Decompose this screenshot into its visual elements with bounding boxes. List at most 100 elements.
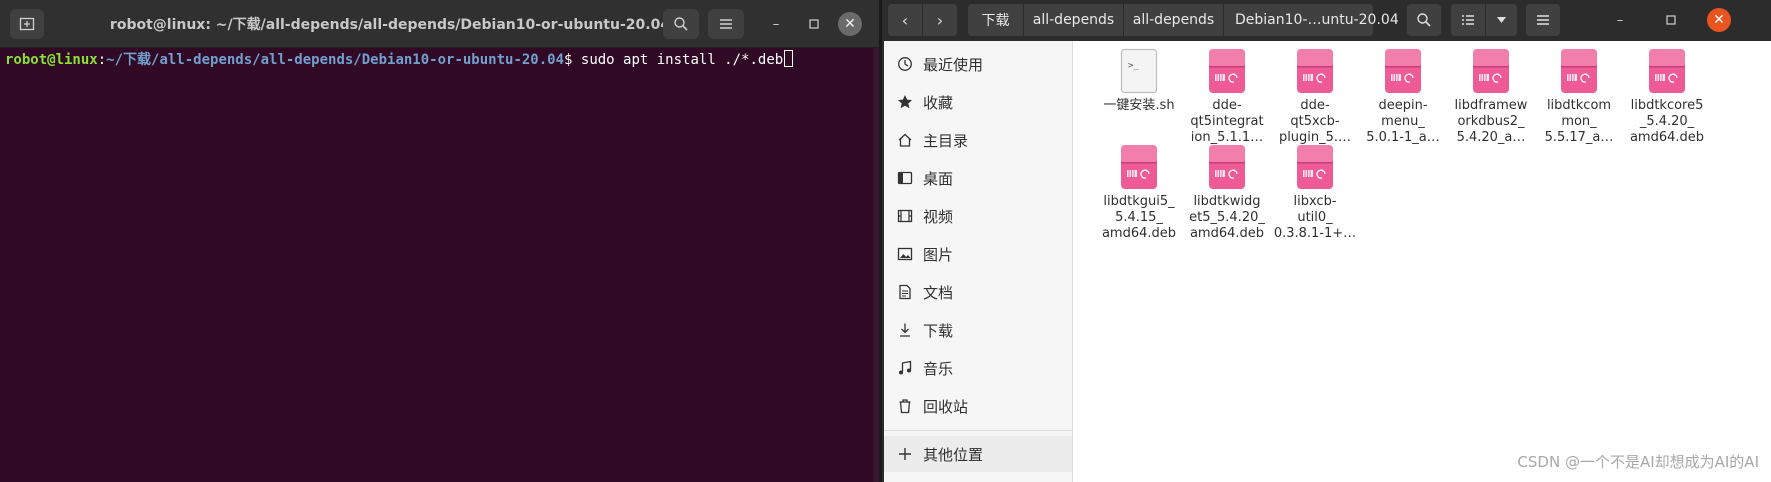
prompt-dollar: $ [564, 52, 581, 68]
sidebar-item-downloads[interactable]: 下载 [884, 312, 1072, 348]
file-name: libdframew orkdbus2_ 5.4.20_a… [1454, 98, 1528, 145]
star-icon [896, 93, 914, 111]
script-file-icon: >_ [1120, 48, 1158, 94]
menu-icon [1537, 15, 1549, 25]
breadcrumb-item[interactable]: 下载 [967, 4, 1023, 36]
files-window[interactable]: ‹ › 下载 all-depends all-depends Debian10-… [884, 0, 1771, 482]
maximize-icon [809, 19, 819, 29]
menu-icon [720, 19, 732, 29]
file-item[interactable]: libdframew orkdbus2_ 5.4.20_a… [1446, 48, 1536, 146]
sidebar-item-label: 其他位置 [923, 445, 984, 464]
home-icon [896, 131, 914, 149]
new-tab-icon [19, 17, 35, 31]
sidebar-item-label: 回收站 [923, 397, 969, 416]
deb-package-icon [1648, 48, 1686, 94]
minimize-icon: – [772, 16, 780, 32]
sidebar-item-pictures[interactable]: 图片 [884, 236, 1072, 272]
file-name: libdtkgui5_ 5.4.15_ amd64.deb [1101, 194, 1177, 241]
deb-package-icon [1208, 144, 1246, 190]
prompt-separator: : [97, 52, 107, 68]
text-cursor [784, 50, 794, 67]
view-toggle-button[interactable] [1451, 4, 1485, 36]
sidebar-item-label: 下载 [923, 321, 954, 340]
sidebar-item-recent[interactable]: 最近使用 [884, 46, 1072, 82]
file-item[interactable]: dde-qt5integrat ion_5.1.1… [1182, 48, 1272, 146]
breadcrumb-item[interactable]: all-depends [1123, 4, 1223, 36]
sidebar-separator [884, 430, 1072, 431]
video-icon [896, 207, 914, 225]
terminal-title: robot@linux: ~/下载/all-depends/all-depend… [109, 17, 671, 33]
back-button[interactable]: ‹ [888, 4, 922, 36]
terminal-output[interactable]: robot@linux:~/下载/all-depends/all-depends… [0, 48, 879, 482]
file-name: libxcb-util0_ 0.3.8.1-1+… [1273, 194, 1357, 241]
file-item[interactable]: libdtkgui5_ 5.4.15_ amd64.deb [1094, 144, 1184, 242]
terminal-scrollbar[interactable] [873, 48, 879, 482]
new-tab-button[interactable] [10, 9, 44, 39]
view-options-button[interactable] [1485, 4, 1517, 36]
chevron-left-icon: ‹ [901, 10, 909, 30]
files-minimize-button[interactable]: – [1610, 10, 1630, 30]
files-menu-button[interactable] [1526, 4, 1560, 36]
download-icon [896, 321, 914, 339]
sidebar-item-label: 收藏 [923, 93, 954, 112]
search-icon [1417, 13, 1431, 27]
files-search-button[interactable] [1407, 4, 1441, 36]
terminal-close-button[interactable]: ✕ [838, 12, 862, 36]
files-maximize-button[interactable] [1661, 10, 1681, 30]
sidebar-item-other-locations[interactable]: 其他位置 [884, 436, 1072, 472]
document-icon [896, 283, 914, 301]
sidebar-item-label: 文档 [923, 283, 954, 302]
file-name: libdtkcore5 _5.4.20_ amd64.deb [1629, 98, 1705, 145]
sidebar-item-label: 音乐 [923, 359, 954, 378]
sidebar-item-documents[interactable]: 文档 [884, 274, 1072, 310]
list-view-icon [1462, 15, 1474, 25]
sidebar-item-label: 主目录 [923, 131, 969, 150]
prompt-user: robot@linux [5, 52, 98, 68]
file-item[interactable]: libdtkcore5 _5.4.20_ amd64.deb [1622, 48, 1712, 146]
image-icon [896, 245, 914, 263]
file-item[interactable]: >_ 一键安装.sh [1094, 48, 1184, 114]
close-icon: ✕ [844, 16, 856, 32]
file-grid[interactable]: >_ 一键安装.sh dde-qt5integrat ion_5.1.1… dde… [1074, 41, 1771, 482]
watermark: CSDN @一个不是AI却想成为AI的AI [1517, 453, 1759, 471]
sidebar-item-videos[interactable]: 视频 [884, 198, 1072, 234]
sidebar-item-starred[interactable]: 收藏 [884, 84, 1072, 120]
clock-icon [896, 55, 914, 73]
search-icon [674, 17, 688, 31]
forward-button[interactable]: › [923, 4, 957, 36]
sidebar-item-label: 最近使用 [923, 55, 984, 74]
maximize-icon [1666, 15, 1676, 25]
terminal-minimize-button[interactable]: – [766, 14, 786, 34]
file-item[interactable]: deepin-menu_ 5.0.1-1_a… [1358, 48, 1448, 146]
files-headerbar: ‹ › 下载 all-depends all-depends Debian10-… [884, 0, 1771, 41]
prompt-path: ~/下载/all-depends/all-depends/Debian10-or… [106, 52, 565, 68]
file-name: libdtkwidg et5_5.4.20_ amd64.deb [1189, 194, 1265, 241]
chevron-down-icon [1497, 17, 1506, 23]
svg-text:>_: >_ [1128, 61, 1139, 71]
file-item[interactable]: libxcb-util0_ 0.3.8.1-1+… [1270, 144, 1360, 242]
sidebar-item-desktop[interactable]: 桌面 [884, 160, 1072, 196]
terminal-maximize-button[interactable] [804, 14, 824, 34]
sidebar-item-home[interactable]: 主目录 [884, 122, 1072, 158]
deb-package-icon [1296, 144, 1334, 190]
deb-package-icon [1208, 48, 1246, 94]
terminal-headerbar: robot@linux: ~/下载/all-depends/all-depend… [0, 0, 879, 48]
terminal-window[interactable]: robot@linux: ~/下载/all-depends/all-depend… [0, 0, 882, 482]
breadcrumb-current[interactable]: Debian10-…untu-20.04 [1223, 4, 1399, 36]
deb-package-icon [1472, 48, 1510, 94]
sidebar-item-trash[interactable]: 回收站 [884, 388, 1072, 424]
file-name: 一键安装.sh [1103, 98, 1175, 113]
close-icon: ✕ [1713, 12, 1725, 28]
minimize-icon: – [1616, 12, 1624, 28]
file-name: dde-qt5xcb-plugin_5.… [1278, 98, 1352, 145]
breadcrumb-item[interactable]: all-depends [1023, 4, 1123, 36]
files-close-button[interactable]: ✕ [1707, 8, 1731, 32]
file-item[interactable]: dde-qt5xcb-plugin_5.… [1270, 48, 1360, 146]
terminal-search-button[interactable] [663, 9, 699, 39]
sidebar-item-label: 视频 [923, 207, 954, 226]
terminal-menu-button[interactable] [708, 9, 744, 39]
sidebar-item-music[interactable]: 音乐 [884, 350, 1072, 386]
file-item[interactable]: libdtkwidg et5_5.4.20_ amd64.deb [1182, 144, 1272, 242]
command-input[interactable]: sudo apt install ./*.deb [581, 52, 783, 68]
file-item[interactable]: libdtkcom mon_ 5.5.17_a… [1534, 48, 1624, 146]
